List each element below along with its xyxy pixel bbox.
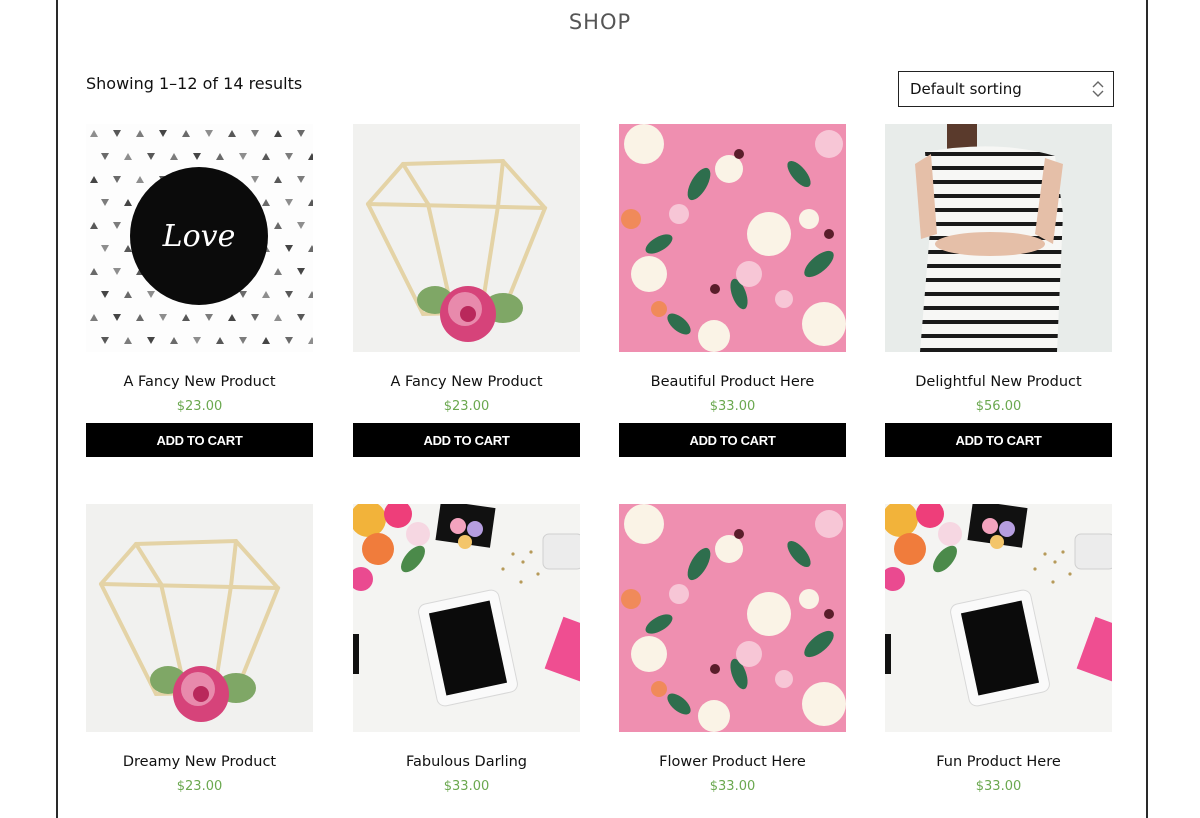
product-card: A Fancy New Product $23.00 ADD TO CART [353, 124, 580, 457]
product-card: Beautiful Product Here $33.00 ADD TO CAR… [619, 124, 846, 457]
product-image[interactable] [885, 504, 1112, 732]
add-to-cart-button[interactable]: ADD TO CART [885, 423, 1112, 457]
product-name[interactable]: Delightful New Product [885, 374, 1112, 390]
product-name[interactable]: A Fancy New Product [353, 374, 580, 390]
love-print-image: Love [86, 124, 313, 352]
product-image[interactable] [86, 504, 313, 732]
product-image[interactable] [885, 124, 1112, 352]
product-image[interactable] [619, 124, 846, 352]
product-image[interactable] [619, 504, 846, 732]
add-to-cart-button[interactable]: ADD TO CART [353, 423, 580, 457]
product-name[interactable]: Fabulous Darling [353, 754, 580, 770]
gold-diamond-frame-image [353, 124, 580, 352]
product-image[interactable]: Love [86, 124, 313, 352]
product-price: $23.00 [176, 399, 223, 414]
product-card: Delightful New Product $56.00 ADD TO CAR… [885, 124, 1112, 457]
product-name[interactable]: Fun Product Here [885, 754, 1112, 770]
product-name[interactable]: Flower Product Here [619, 754, 846, 770]
product-price: $33.00 [709, 779, 756, 794]
result-count: Showing 1–12 of 14 results [86, 74, 303, 93]
pink-flowers-image [619, 124, 846, 352]
product-card: Love A Fancy New Product $23.00 ADD TO C… [86, 124, 313, 457]
product-price: $23.00 [443, 399, 490, 414]
product-card: Fabulous Darling $33.00 [353, 504, 580, 794]
product-name[interactable]: A Fancy New Product [86, 374, 313, 390]
page-title: SHOP [568, 10, 632, 34]
product-price: $33.00 [443, 779, 490, 794]
product-price: $23.00 [176, 779, 223, 794]
product-card: Fun Product Here $33.00 [885, 504, 1112, 794]
tablet-flatlay-image [885, 504, 1112, 732]
sort-select[interactable]: Default sorting [898, 71, 1114, 107]
product-name[interactable]: Dreamy New Product [86, 754, 313, 770]
product-price: $33.00 [975, 779, 1022, 794]
product-image[interactable] [353, 504, 580, 732]
product-card: Dreamy New Product $23.00 [86, 504, 313, 794]
striped-dress-image [885, 124, 1112, 352]
product-image[interactable] [353, 124, 580, 352]
gold-diamond-frame-image [86, 504, 313, 732]
pink-flowers-image [619, 504, 846, 732]
product-card: Flower Product Here $33.00 [619, 504, 846, 794]
product-price: $56.00 [975, 399, 1022, 414]
love-text: Love [162, 219, 236, 254]
add-to-cart-button[interactable]: ADD TO CART [86, 423, 313, 457]
add-to-cart-button[interactable]: ADD TO CART [619, 423, 846, 457]
product-name[interactable]: Beautiful Product Here [619, 374, 846, 390]
product-price: $33.00 [709, 399, 756, 414]
tablet-flatlay-image [353, 504, 580, 732]
sort-select-value: Default sorting [910, 80, 1022, 98]
sort-arrows-icon [1092, 81, 1104, 97]
